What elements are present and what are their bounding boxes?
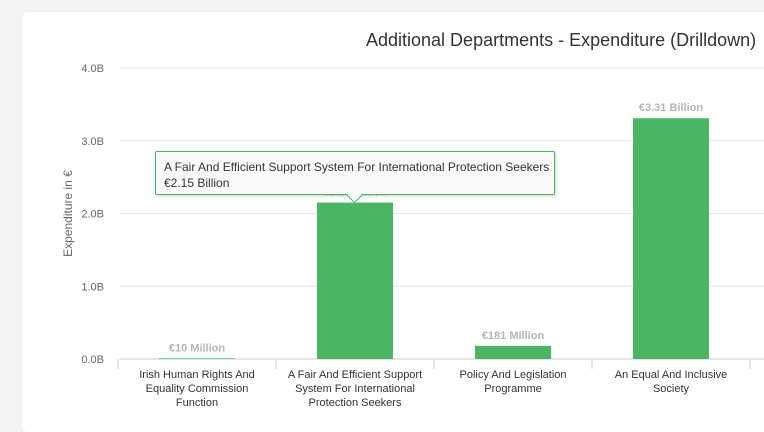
y-tick-label: 2.0B xyxy=(81,209,104,221)
x-category-label: Protection Seekers xyxy=(309,397,402,409)
y-axis-label: Expenditure in € xyxy=(61,170,75,257)
y-tick-label: 0.0B xyxy=(81,354,104,366)
y-tick-label: 4.0B xyxy=(81,63,104,75)
chart-tooltip: A Fair And Efficient Support System For … xyxy=(155,151,555,204)
bar-chart: 0.0B 1.0B 2.0B 3.0B 4.0B Expenditure in € €10 … xyxy=(61,63,764,409)
y-tick-label: 1.0B xyxy=(81,281,104,293)
data-label: €181 Million xyxy=(482,330,545,342)
bar xyxy=(317,202,393,359)
bar xyxy=(159,358,235,359)
data-label: €3.31 Billion xyxy=(639,102,703,114)
bar xyxy=(633,118,709,359)
x-category-label: Policy And Legislation xyxy=(459,369,566,381)
x-category-label: Equality Commission xyxy=(146,383,249,395)
x-category-label: An Equal And Inclusive xyxy=(615,369,728,381)
y-tick-label: 3.0B xyxy=(81,136,104,148)
tooltip-category: A Fair And Efficient Support System For … xyxy=(164,160,550,174)
data-label: €10 Million xyxy=(169,342,226,354)
x-category-label: A Fair And Efficient Support xyxy=(288,369,422,381)
x-category-label: Society xyxy=(653,383,690,395)
x-category-label: Function xyxy=(176,397,218,409)
x-category-label: System For International xyxy=(295,383,415,395)
x-category-label: Irish Human Rights And xyxy=(139,369,255,381)
x-category-label: Programme xyxy=(484,383,541,395)
bar xyxy=(475,345,551,359)
